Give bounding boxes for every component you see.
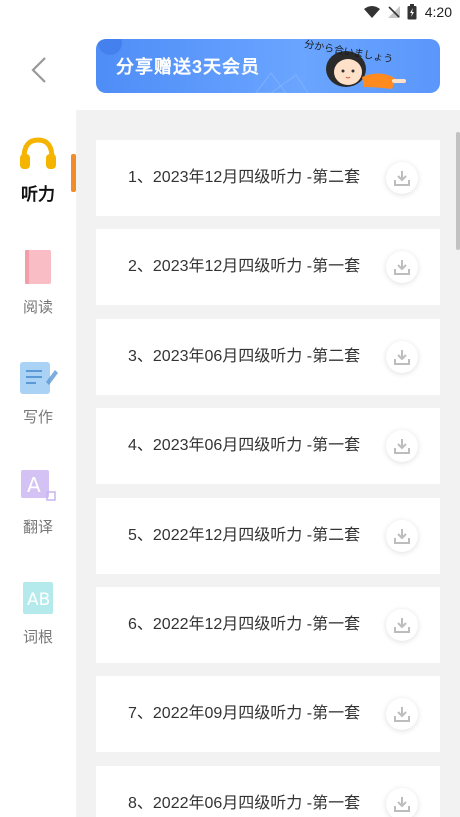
sidebar-item-label: 阅读 xyxy=(22,299,53,316)
sidebar-item-label: 词根 xyxy=(22,629,53,646)
download-icon xyxy=(394,439,410,454)
download-button[interactable] xyxy=(386,609,418,641)
sidebar-item-label: 写作 xyxy=(22,409,53,426)
sidebar-item-reading[interactable]: 阅读 xyxy=(0,248,76,317)
banner-text: 分享赠送3天会员 xyxy=(116,57,261,77)
download-icon xyxy=(394,529,410,544)
download-icon xyxy=(394,171,410,186)
download-icon xyxy=(394,618,410,633)
download-button[interactable] xyxy=(386,430,418,462)
sidebar-item-writing[interactable]: 写作 xyxy=(0,358,76,427)
list-item[interactable]: 2、2023年12月四级听力 -第一套 xyxy=(96,229,440,305)
no-signal-icon xyxy=(387,6,400,18)
list-item[interactable]: 8、2022年06月四级听力 -第一套 xyxy=(96,766,440,817)
ab-root-icon: AB xyxy=(23,582,53,614)
book-icon xyxy=(25,250,51,284)
headphones-icon xyxy=(20,137,56,169)
share-vip-banner[interactable]: 分享赠送3天会员 分から合いましょう xyxy=(96,39,440,93)
download-icon xyxy=(394,350,410,365)
sidebar-item-label: 听力 xyxy=(21,185,55,204)
battery-icon xyxy=(407,4,417,20)
download-button[interactable] xyxy=(386,698,418,730)
list-item-title: 5、2022年12月四级听力 -第二套 xyxy=(128,527,361,544)
list-item-title: 3、2023年06月四级听力 -第二套 xyxy=(128,348,361,365)
listening-list[interactable]: 1、2023年12月四级听力 -第二套 2、2023年12月四级听力 -第一套 … xyxy=(76,110,460,817)
list-item[interactable]: 6、2022年12月四级听力 -第一套 xyxy=(96,587,440,663)
download-button[interactable] xyxy=(386,251,418,283)
list-item-title: 2、2023年12月四级听力 -第一套 xyxy=(128,258,361,275)
download-button[interactable] xyxy=(386,341,418,373)
list-item[interactable]: 3、2023年06月四级听力 -第二套 xyxy=(96,319,440,395)
scrollbar[interactable] xyxy=(456,132,460,250)
wifi-icon xyxy=(363,6,380,18)
status-time: 4:20 xyxy=(424,4,452,20)
sidebar-item-label: 翻译 xyxy=(22,519,53,536)
list-item-title: 8、2022年06月四级听力 -第一套 xyxy=(128,795,361,812)
list-item[interactable]: 4、2023年06月四级听力 -第一套 xyxy=(96,408,440,484)
download-icon xyxy=(394,707,410,722)
back-button[interactable] xyxy=(24,50,54,90)
list-item[interactable]: 5、2022年12月四级听力 -第二套 xyxy=(96,498,440,574)
download-button[interactable] xyxy=(386,162,418,194)
svg-text:A: A xyxy=(27,473,41,497)
download-icon xyxy=(394,260,410,275)
translate-icon: A xyxy=(21,470,56,501)
download-button[interactable] xyxy=(386,520,418,552)
list-item-title: 4、2023年06月四级听力 -第一套 xyxy=(128,437,361,454)
download-button[interactable] xyxy=(386,788,418,817)
category-sidebar: 听力 阅读 写作 A 翻译 AB 词根 xyxy=(0,110,76,817)
status-bar: 4:20 xyxy=(0,0,460,26)
sidebar-item-listening[interactable]: 听力 xyxy=(0,136,76,205)
chevron-left-icon xyxy=(31,57,46,83)
sidebar-item-roots[interactable]: AB 词根 xyxy=(0,580,76,647)
status-icons: 4:20 xyxy=(363,4,452,20)
list-item-title: 7、2022年09月四级听力 -第一套 xyxy=(128,705,361,722)
list-item-title: 1、2023年12月四级听力 -第二套 xyxy=(128,169,361,186)
list-item-title: 6、2022年12月四级听力 -第一套 xyxy=(128,616,361,633)
list-item[interactable]: 1、2023年12月四级听力 -第二套 xyxy=(96,140,440,216)
sidebar-item-translation[interactable]: A 翻译 xyxy=(0,468,76,537)
download-icon xyxy=(394,797,410,812)
list-item[interactable]: 7、2022年09月四级听力 -第一套 xyxy=(96,676,440,752)
svg-text:AB: AB xyxy=(27,590,50,610)
notepad-pen-icon xyxy=(20,362,58,394)
